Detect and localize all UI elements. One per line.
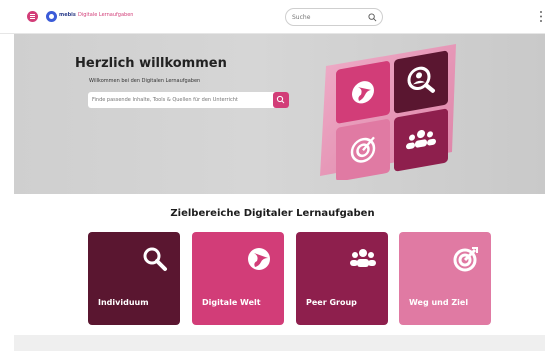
footer-band (14, 335, 545, 351)
card-label: Individuum (98, 298, 149, 307)
search-box[interactable] (285, 8, 383, 26)
hero-search-button[interactable] (273, 92, 289, 108)
search-icon (276, 95, 285, 104)
hero-title: Herzlich willkommen (75, 56, 227, 71)
target-icon (453, 247, 478, 272)
search-icon[interactable] (368, 13, 377, 22)
hero-search-input[interactable] (92, 95, 272, 105)
card-label: Weg und Ziel (409, 298, 469, 307)
hero-illustration (320, 44, 456, 180)
card-digitale-welt[interactable]: Digitale Welt (192, 232, 284, 325)
search-input[interactable] (292, 12, 362, 23)
group-icon (350, 249, 376, 267)
hero-search-box[interactable] (88, 92, 289, 108)
magnifier-icon (143, 247, 167, 271)
breadcrumb-item[interactable]: Digitale Lernaufgaben (78, 12, 133, 18)
breadcrumb-separator: › (73, 12, 75, 18)
globe-icon (248, 248, 270, 270)
card-individuum[interactable]: Individuum (88, 232, 180, 325)
top-bar: mebis › Digitale Lernaufgaben (0, 0, 545, 34)
hero-subtitle: Willkommen bei den Digitalen Lernaufgabe… (89, 78, 201, 84)
more-vertical-icon[interactable] (539, 10, 543, 23)
card-label: Peer Group (306, 298, 357, 307)
mebis-logo[interactable] (46, 11, 57, 22)
menu-icon[interactable] (27, 11, 38, 22)
card-peer-group[interactable]: Peer Group (296, 232, 388, 325)
section-title: Zielbereiche Digitaler Lernaufgaben (170, 208, 375, 219)
card-weg-und-ziel[interactable]: Weg und Ziel (399, 232, 491, 325)
card-label: Digitale Welt (202, 298, 261, 307)
